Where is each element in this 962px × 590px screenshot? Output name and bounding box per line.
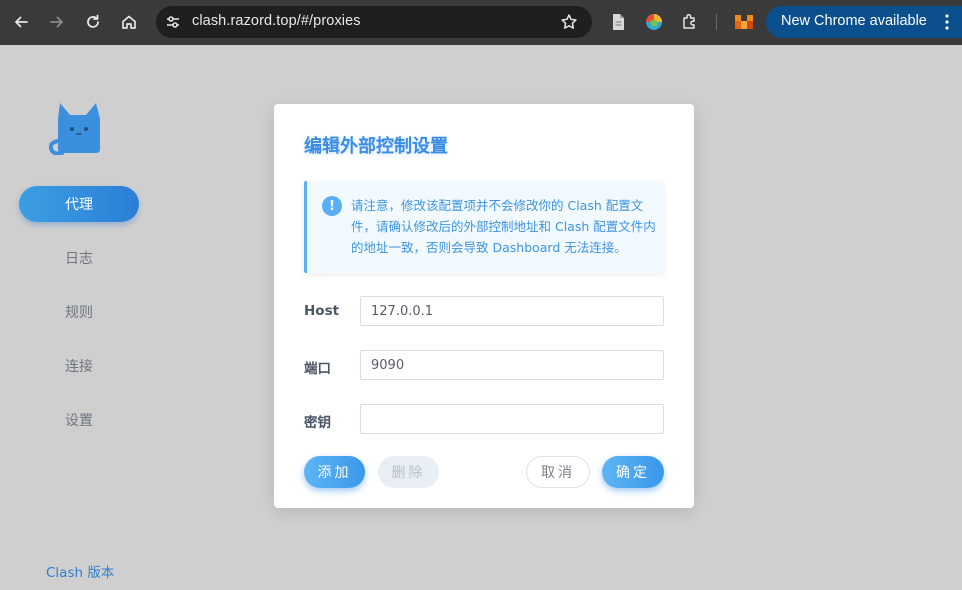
forward-button[interactable] [43, 8, 71, 36]
sidebar-item-label: 设置 [65, 413, 93, 429]
home-button[interactable] [115, 8, 143, 36]
clash-version-label[interactable]: Clash 版本 [46, 561, 114, 581]
toolbar-separator [716, 14, 717, 30]
back-arrow-icon [15, 16, 28, 28]
sidebar-item-label: 日志 [65, 251, 93, 267]
host-input[interactable] [360, 296, 664, 326]
secret-label: 密钥 [304, 415, 331, 431]
home-icon [122, 15, 136, 29]
confirm-button[interactable]: 确定 [602, 456, 664, 488]
delete-button[interactable]: 删除 [378, 456, 439, 488]
chrome-update-button[interactable]: New Chrome available [766, 6, 962, 38]
more-menu-icon[interactable] [944, 13, 950, 31]
add-button[interactable]: 添加 [304, 456, 365, 488]
url-text[interactable]: clash.razord.top/#/proxies [192, 13, 361, 29]
secret-input[interactable] [360, 404, 664, 434]
sidebar-item-label: 代理 [65, 197, 93, 213]
sidebar-item-settings[interactable]: 设置 [19, 402, 139, 438]
chrome-update-label: New Chrome available [781, 13, 927, 29]
browser-toolbar: clash.razord.top/#/proxies New Chrome av… [0, 0, 962, 45]
sidebar-item-rules[interactable]: 规则 [19, 294, 139, 330]
back-button[interactable] [7, 8, 35, 36]
port-input[interactable] [360, 350, 664, 380]
bookmark-star-icon[interactable] [560, 13, 578, 31]
colorful-extension-icon[interactable] [644, 12, 664, 32]
tune-icon [167, 16, 179, 28]
sidebar-item-proxies[interactable]: 代理 [19, 186, 139, 222]
profile-avatar-icon[interactable] [734, 12, 754, 32]
external-controller-dialog: 编辑外部控制设置 ! 请注意，修改该配置项并不会修改你的 Clash 配置文件，… [274, 104, 694, 508]
sidebar-item-label: 规则 [65, 305, 93, 321]
port-label: 端口 [304, 361, 331, 377]
alert-text: 请注意，修改该配置项并不会修改你的 Clash 配置文件，请确认修改后的外部控制… [351, 198, 656, 255]
dialog-title: 编辑外部控制设置 [304, 136, 448, 157]
host-label: Host [304, 303, 340, 319]
info-icon: ! [322, 196, 342, 216]
document-extension-icon[interactable] [608, 12, 628, 32]
extensions-puzzle-icon[interactable] [680, 12, 700, 32]
warning-alert: ! 请注意，修改该配置项并不会修改你的 Clash 配置文件，请确认修改后的外部… [304, 181, 664, 273]
cancel-button[interactable]: 取消 [526, 456, 590, 488]
sidebar-item-label: 连接 [65, 359, 93, 375]
reload-icon [87, 14, 99, 28]
sidebar-item-logs[interactable]: 日志 [19, 240, 139, 276]
forward-arrow-icon [50, 16, 63, 28]
site-info-button[interactable] [162, 11, 184, 33]
address-bar[interactable]: clash.razord.top/#/proxies [156, 6, 592, 38]
clash-cat-logo-icon [48, 103, 100, 155]
sidebar-item-connections[interactable]: 连接 [19, 348, 139, 384]
reload-button[interactable] [79, 8, 107, 36]
